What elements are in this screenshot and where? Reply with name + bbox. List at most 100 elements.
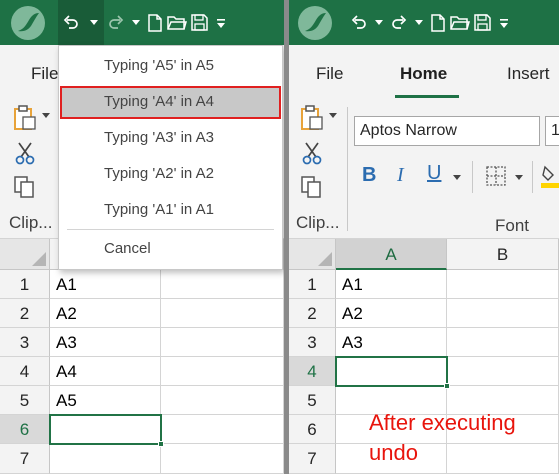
paste-icon[interactable] xyxy=(299,105,325,131)
cell[interactable] xyxy=(447,270,559,299)
cell[interactable]: A1 xyxy=(336,270,447,299)
title-bar xyxy=(289,0,559,45)
cancel-menu-item[interactable]: Cancel xyxy=(60,233,281,266)
cell[interactable] xyxy=(447,357,559,386)
left-excel-window: File Clip... A 1 2 3 4 5 6 7 A1 A2 A3 A4… xyxy=(0,0,284,474)
chevron-down-icon xyxy=(415,19,423,25)
italic-button[interactable]: I xyxy=(397,164,404,187)
row-header[interactable]: 2 xyxy=(289,299,336,328)
quick-access-toolbar xyxy=(347,0,515,45)
tab-file[interactable]: File xyxy=(31,64,58,84)
cell[interactable] xyxy=(161,270,284,299)
select-all-corner[interactable] xyxy=(289,239,336,270)
cell[interactable]: A1 xyxy=(50,270,161,299)
cell[interactable] xyxy=(161,444,284,474)
active-tab-indicator xyxy=(395,95,459,98)
cell[interactable] xyxy=(161,386,284,415)
chevron-down-icon[interactable] xyxy=(515,175,523,181)
borders-icon[interactable] xyxy=(485,165,507,187)
undo-history-item[interactable]: Typing 'A3' in A3 xyxy=(60,122,281,155)
undo-dropdown-button[interactable] xyxy=(371,0,387,45)
chevron-down-icon[interactable] xyxy=(42,113,50,119)
open-button[interactable] xyxy=(449,0,471,45)
cell[interactable] xyxy=(161,299,284,328)
undo-dropdown-button[interactable] xyxy=(84,0,104,45)
chevron-down-icon[interactable] xyxy=(453,175,461,181)
row-header[interactable]: 6 xyxy=(289,415,336,444)
group-label-clipboard: Clip... xyxy=(296,213,340,232)
new-file-button[interactable] xyxy=(144,0,166,45)
font-name-select[interactable]: Aptos Narrow xyxy=(354,116,540,146)
ribbon-body: Clip... Aptos Narrow 1 B I U Font xyxy=(289,101,559,239)
app-logo-icon xyxy=(298,6,332,40)
font-size-select[interactable]: 1 xyxy=(545,116,559,146)
new-file-button[interactable] xyxy=(427,0,449,45)
column-header[interactable]: A xyxy=(336,239,447,270)
redo-button[interactable] xyxy=(387,0,411,45)
row-header[interactable]: 4 xyxy=(289,357,336,386)
undo-history-item[interactable]: Typing 'A1' in A1 xyxy=(60,194,281,227)
tab-file[interactable]: File xyxy=(316,64,343,84)
bold-button[interactable]: B xyxy=(362,164,376,187)
chevron-down-icon xyxy=(375,19,383,25)
tab-insert[interactable]: Insert xyxy=(507,64,550,84)
cell[interactable]: A4 xyxy=(50,357,161,386)
customize-qat-button[interactable] xyxy=(493,0,515,45)
fill-handle[interactable] xyxy=(444,383,450,389)
redo-button[interactable] xyxy=(104,0,128,45)
cut-icon[interactable] xyxy=(300,141,324,165)
group-label-font: Font xyxy=(495,216,530,235)
row-header[interactable]: 5 xyxy=(289,386,336,415)
row-header[interactable]: 3 xyxy=(289,328,336,357)
fill-color-icon[interactable] xyxy=(541,163,559,189)
cell[interactable] xyxy=(161,357,284,386)
redo-dropdown-button[interactable] xyxy=(128,0,144,45)
chevron-down-icon[interactable] xyxy=(329,113,337,119)
underline-button[interactable]: U xyxy=(427,162,441,185)
redo-dropdown-button[interactable] xyxy=(411,0,427,45)
select-all-icon xyxy=(318,252,332,266)
row-header[interactable]: 1 xyxy=(289,270,336,299)
select-all-corner[interactable] xyxy=(0,239,50,270)
cell[interactable] xyxy=(447,299,559,328)
row-header[interactable]: 5 xyxy=(0,386,50,415)
undo-history-item-highlighted[interactable]: Typing 'A4' in A4 xyxy=(60,86,281,119)
undo-button[interactable] xyxy=(58,0,84,45)
ribbon-tabs: File Home Insert xyxy=(289,45,559,101)
undo-history-item[interactable]: Typing 'A2' in A2 xyxy=(60,158,281,191)
column-header[interactable]: B xyxy=(447,239,559,270)
cell[interactable] xyxy=(447,328,559,357)
chevron-down-icon xyxy=(90,19,98,25)
row-header[interactable]: 1 xyxy=(0,270,50,299)
fill-handle[interactable] xyxy=(158,441,164,447)
copy-icon[interactable] xyxy=(13,175,35,199)
cell[interactable]: A3 xyxy=(336,328,447,357)
undo-history-item[interactable]: Typing 'A5' in A5 xyxy=(60,50,281,83)
select-all-icon xyxy=(32,252,46,266)
row-header[interactable]: 6 xyxy=(0,415,50,444)
row-header[interactable]: 4 xyxy=(0,357,50,386)
cell[interactable]: A2 xyxy=(336,299,447,328)
row-header[interactable]: 7 xyxy=(289,444,336,474)
cell[interactable]: A2 xyxy=(50,299,161,328)
row-header[interactable]: 3 xyxy=(0,328,50,357)
row-header[interactable]: 7 xyxy=(0,444,50,474)
open-folder-icon xyxy=(167,15,187,30)
undo-icon xyxy=(351,14,366,29)
undo-button[interactable] xyxy=(347,0,371,45)
cell[interactable] xyxy=(50,444,161,474)
tab-home[interactable]: Home xyxy=(400,64,447,84)
cell[interactable]: A5 xyxy=(50,386,161,415)
save-button[interactable] xyxy=(188,0,210,45)
paste-icon[interactable] xyxy=(12,105,38,131)
row-header[interactable]: 2 xyxy=(0,299,50,328)
customize-qat-button[interactable] xyxy=(210,0,232,45)
cell[interactable] xyxy=(161,328,284,357)
cut-icon[interactable] xyxy=(13,141,37,165)
open-button[interactable] xyxy=(166,0,188,45)
save-button[interactable] xyxy=(471,0,493,45)
copy-icon[interactable] xyxy=(300,175,322,199)
annotation-line: undo xyxy=(369,440,418,465)
cell[interactable]: A3 xyxy=(50,328,161,357)
cell[interactable] xyxy=(161,415,284,444)
